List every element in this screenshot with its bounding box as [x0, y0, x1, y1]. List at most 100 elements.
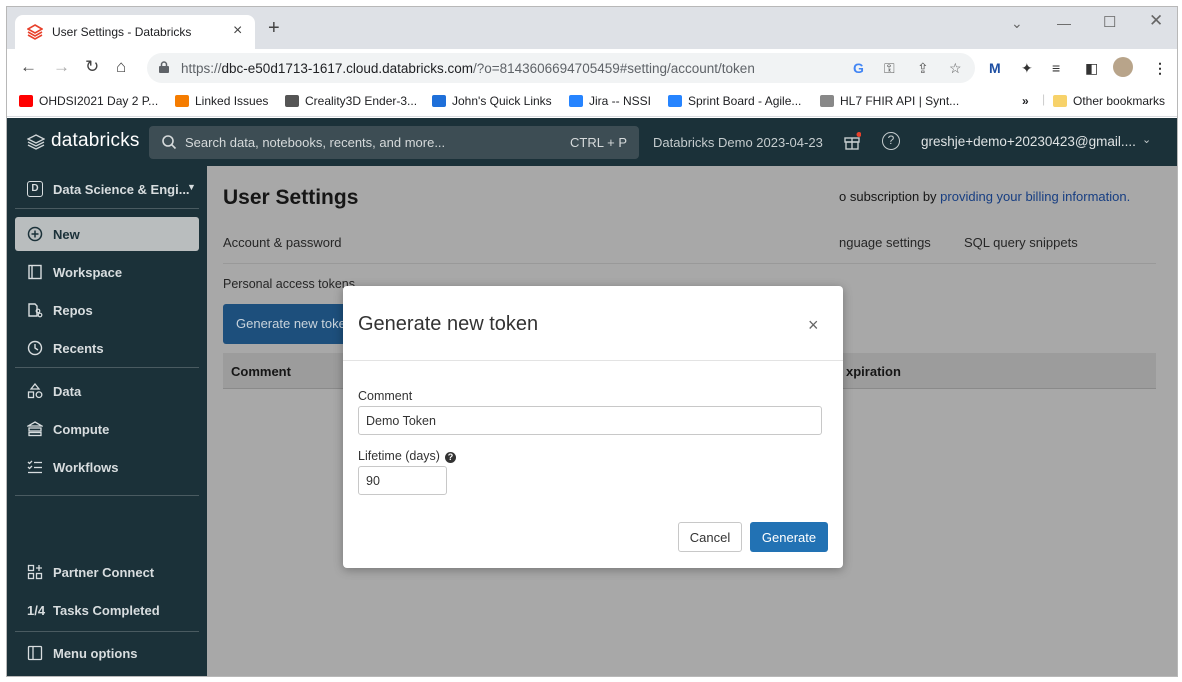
profile-avatar[interactable]: [1113, 57, 1133, 77]
bookmark-item[interactable]: OHDSI2021 Day 2 P...: [19, 94, 158, 108]
billing-link[interactable]: providing your billing information.: [940, 189, 1130, 204]
tab-title: User Settings - Databricks: [52, 25, 192, 39]
back-icon[interactable]: ←: [20, 58, 37, 76]
user-menu[interactable]: greshje+demo+20230423@gmail....: [921, 134, 1136, 149]
side-panel-icon[interactable]: ◧: [1085, 60, 1098, 77]
sidebar-divider: [15, 495, 199, 496]
generate-token-modal: Generate new token × Comment Lifetime (d…: [343, 286, 843, 568]
bookmark-favicon-icon: [569, 95, 583, 107]
reload-icon[interactable]: ↻: [85, 58, 99, 76]
lifetime-label: Lifetime (days)?: [358, 449, 456, 463]
sidebar-item-workspace[interactable]: Workspace: [15, 255, 199, 289]
forward-icon[interactable]: →: [53, 58, 70, 76]
billing-notice: o subscription by providing your billing…: [839, 189, 1131, 204]
tab-language-settings[interactable]: nguage settings: [839, 235, 931, 250]
generate-button[interactable]: Generate: [750, 522, 828, 552]
compute-icon: [27, 421, 43, 437]
share-icon[interactable]: ⇪: [917, 60, 929, 77]
generate-new-token-button[interactable]: Generate new token: [223, 304, 363, 344]
url-text: https://dbc-e50d1713-1617.cloud.databric…: [181, 61, 755, 76]
modal-divider: [343, 360, 843, 361]
clock-icon: [27, 340, 43, 356]
comment-input[interactable]: [358, 406, 822, 435]
new-tab-icon[interactable]: +: [268, 18, 280, 38]
databricks-logo[interactable]: databricks: [51, 130, 140, 152]
tab-close-icon[interactable]: ×: [233, 22, 242, 40]
global-search-input[interactable]: Search data, notebooks, recents, and mor…: [149, 126, 639, 159]
column-expiration: xpiration: [846, 364, 901, 379]
comment-label: Comment: [358, 389, 413, 403]
search-placeholder: Search data, notebooks, recents, and mor…: [185, 135, 446, 150]
tasks-completed[interactable]: 1/4 Tasks Completed: [15, 593, 199, 627]
close-icon[interactable]: ×: [808, 316, 819, 334]
browser-tab[interactable]: User Settings - Databricks ×: [15, 15, 255, 49]
partner-connect[interactable]: Partner Connect: [15, 555, 199, 589]
plus-circle-icon: [27, 226, 43, 242]
search-shortcut: CTRL + P: [570, 135, 627, 150]
side-panel-icon: [27, 645, 43, 661]
bookmark-favicon-icon: [285, 95, 299, 107]
malwarebytes-icon[interactable]: M: [989, 60, 1001, 76]
sidebar-item-recents[interactable]: Recents: [15, 331, 199, 365]
address-bar[interactable]: https://dbc-e50d1713-1617.cloud.databric…: [147, 53, 975, 83]
help-icon[interactable]: ?: [444, 452, 456, 463]
reading-list-icon[interactable]: ≡: [1052, 60, 1060, 76]
key-icon[interactable]: ⚿: [884, 60, 895, 77]
bookmark-item[interactable]: Linked Issues: [175, 94, 268, 108]
sidebar-item-workflows[interactable]: Workflows: [15, 450, 199, 484]
sidebar-item-repos[interactable]: Repos: [15, 293, 199, 327]
tab-account-password[interactable]: Account & password: [223, 235, 342, 250]
partner-connect-icon: [27, 564, 43, 580]
minimize-icon[interactable]: —: [1057, 15, 1071, 31]
tab-sql-query-snippets[interactable]: SQL query snippets: [964, 235, 1078, 250]
maximize-icon[interactable]: ☐: [1103, 13, 1116, 31]
bookmark-item[interactable]: John's Quick Links: [432, 94, 552, 108]
folder-icon: [1053, 95, 1067, 107]
bookmark-item[interactable]: HL7 FHIR API | Synt...: [820, 94, 959, 108]
home-icon[interactable]: ⌂: [116, 58, 126, 76]
bookmark-favicon-icon: [432, 95, 446, 107]
sidebar-item-new[interactable]: New: [15, 217, 199, 251]
extensions-icon[interactable]: ✦: [1021, 60, 1033, 77]
browser-toolbar: ← → ↻ ⌂ https://dbc-e50d1713-1617.cloud.…: [7, 49, 1177, 87]
sidebar-divider: [15, 367, 199, 368]
databricks-app: databricks Search data, notebooks, recen…: [7, 118, 1177, 676]
browser-menu-icon[interactable]: ⋮: [1153, 60, 1167, 77]
bookmarks-overflow-icon[interactable]: »: [1022, 94, 1029, 108]
browser-window: User Settings - Databricks × + ⌄ — ☐ ✕ ←…: [6, 6, 1178, 677]
close-window-icon[interactable]: ✕: [1149, 11, 1163, 31]
bookmark-star-icon[interactable]: ☆: [949, 60, 962, 77]
bookmark-favicon-icon: [175, 95, 189, 107]
databricks-favicon-icon: [27, 24, 43, 40]
gift-icon[interactable]: [843, 132, 861, 150]
sidebar-divider: [15, 631, 199, 632]
tab-strip: User Settings - Databricks × + ⌄ — ☐ ✕: [7, 7, 1177, 49]
chevron-down-icon[interactable]: ⌄: [1142, 133, 1151, 146]
help-icon[interactable]: ?: [882, 132, 900, 150]
menu-options[interactable]: Menu options: [15, 636, 199, 670]
google-icon[interactable]: G: [853, 60, 864, 76]
top-navigation-bar: databricks Search data, notebooks, recen…: [7, 118, 1177, 166]
workflows-icon: [27, 460, 42, 474]
bookmark-item[interactable]: Creality3D Ender-3...: [285, 94, 417, 108]
lock-icon: [159, 61, 169, 73]
tasks-count: 1/4: [27, 603, 46, 618]
bookmark-item[interactable]: Jira -- NSSI: [569, 94, 651, 108]
persona-switcher[interactable]: D Data Science & Engi... ▼: [15, 172, 199, 206]
workspace-name[interactable]: Databricks Demo 2023-04-23: [653, 135, 823, 150]
sidebar-item-compute[interactable]: Compute: [15, 412, 199, 446]
bookmark-item[interactable]: Sprint Board - Agile...: [668, 94, 801, 108]
tab-search-icon[interactable]: ⌄: [1011, 15, 1023, 32]
sidebar-item-data[interactable]: Data: [15, 374, 199, 408]
cancel-button[interactable]: Cancel: [678, 522, 742, 552]
bookmark-favicon-icon: [19, 95, 33, 107]
bookmarks-divider: |: [1042, 92, 1046, 106]
sidebar-divider: [15, 208, 199, 209]
workspace-icon: [28, 264, 42, 280]
caret-down-icon: ▼: [187, 182, 196, 192]
repos-icon: [28, 303, 43, 318]
bookmarks-bar: » | Other bookmarks OHDSI2021 Day 2 P...…: [7, 87, 1177, 117]
lifetime-input[interactable]: [358, 466, 447, 495]
search-icon: [162, 135, 177, 150]
other-bookmarks[interactable]: Other bookmarks: [1053, 94, 1165, 108]
